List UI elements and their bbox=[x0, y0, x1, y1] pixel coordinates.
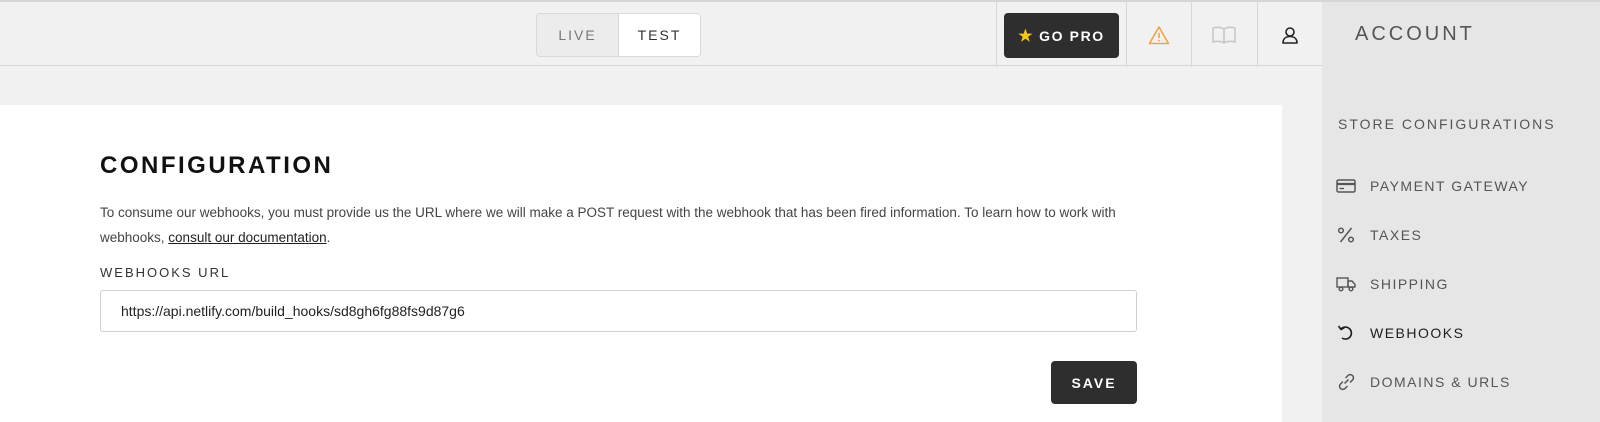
documentation-link[interactable]: consult our documentation bbox=[168, 230, 326, 245]
sidebar-item-label: PAYMENT GATEWAY bbox=[1370, 178, 1530, 194]
sidebar-section-title: STORE CONFIGURATIONS bbox=[1338, 116, 1556, 132]
truck-icon bbox=[1336, 277, 1356, 292]
divider bbox=[996, 2, 997, 67]
webhooks-url-label: WEBHOOKS URL bbox=[100, 265, 231, 280]
percent-icon bbox=[1337, 227, 1355, 243]
mode-toggle: LIVE TEST bbox=[536, 13, 701, 57]
user-icon bbox=[1282, 26, 1298, 44]
account-header: ACCOUNT bbox=[1322, 2, 1600, 67]
warning-button[interactable] bbox=[1127, 2, 1191, 67]
page-title: CONFIGURATION bbox=[100, 152, 334, 179]
credit-card-icon bbox=[1336, 179, 1356, 193]
go-pro-button[interactable]: ★ GO PRO bbox=[1004, 13, 1119, 58]
star-icon: ★ bbox=[1018, 27, 1035, 45]
sidebar-item-payment-gateway[interactable]: PAYMENT GATEWAY bbox=[1336, 171, 1529, 201]
top-bar: LIVE TEST ★ GO PRO ACCOUNT bbox=[0, 0, 1600, 67]
sidebar-item-taxes[interactable]: TAXES bbox=[1336, 220, 1422, 250]
webhooks-url-input[interactable] bbox=[100, 290, 1137, 332]
sidebar-item-webhooks[interactable]: WEBHOOKS bbox=[1336, 318, 1464, 348]
warning-icon bbox=[1148, 25, 1170, 44]
book-icon bbox=[1212, 26, 1236, 44]
user-button[interactable] bbox=[1258, 2, 1322, 67]
sidebar-item-shipping[interactable]: SHIPPING bbox=[1336, 269, 1449, 299]
sidebar-item-label: SHIPPING bbox=[1370, 276, 1449, 292]
sidebar: STORE CONFIGURATIONS PAYMENT GATEWAY TAX… bbox=[1322, 65, 1600, 422]
mode-test-option[interactable]: TEST bbox=[618, 14, 700, 56]
mode-live-option[interactable]: LIVE bbox=[537, 14, 618, 56]
docs-button[interactable] bbox=[1192, 2, 1256, 67]
sidebar-item-label: TAXES bbox=[1370, 227, 1423, 243]
description: To consume our webhooks, you must provid… bbox=[100, 200, 1140, 250]
save-button[interactable]: SAVE bbox=[1051, 361, 1137, 404]
go-pro-label: GO PRO bbox=[1039, 27, 1105, 44]
webhook-return-icon bbox=[1337, 325, 1353, 340]
description-end: . bbox=[326, 230, 331, 245]
sidebar-item-label: WEBHOOKS bbox=[1370, 325, 1465, 341]
sidebar-item-label: DOMAINS & URLS bbox=[1370, 374, 1511, 390]
link-icon bbox=[1338, 373, 1355, 391]
configuration-panel: CONFIGURATION To consume our webhooks, y… bbox=[0, 105, 1282, 422]
sidebar-item-domains-urls[interactable]: DOMAINS & URLS bbox=[1336, 367, 1511, 397]
